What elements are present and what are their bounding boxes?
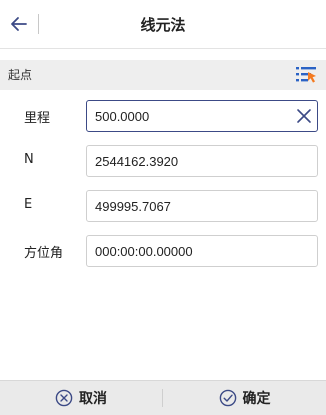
mileage-field[interactable]	[86, 100, 318, 132]
row-mileage: 里程	[0, 96, 326, 138]
circle-x-icon	[55, 389, 73, 407]
section-title: 起点	[8, 68, 33, 82]
list-select-icon	[296, 67, 316, 83]
confirm-label: 确定	[242, 391, 271, 407]
close-icon	[297, 109, 311, 123]
mileage-label: 里程	[24, 111, 51, 126]
azimuth-label: 方位角	[24, 246, 64, 261]
confirm-button[interactable]: 确定	[163, 381, 326, 415]
page-title: 线元法	[140, 16, 186, 34]
cancel-label: 取消	[79, 391, 107, 407]
section-header: 起点	[0, 60, 326, 90]
easting-label: E	[24, 197, 33, 212]
circle-check-icon	[219, 389, 236, 407]
northing-field[interactable]	[86, 145, 318, 177]
clear-button[interactable]	[294, 106, 314, 126]
northing-label: N	[24, 152, 34, 167]
row-easting: E	[0, 186, 326, 228]
azimuth-field[interactable]	[86, 235, 318, 267]
easting-field[interactable]	[86, 190, 318, 222]
app-window: 线元法 起点 里程 N E	[0, 0, 326, 415]
select-point-button[interactable]	[294, 64, 318, 86]
row-azimuth: 方位角	[0, 231, 326, 273]
title-bar: 线元法	[0, 0, 326, 49]
bottom-action-bar: 取消 确定	[0, 380, 326, 415]
cancel-button[interactable]: 取消	[0, 381, 162, 415]
row-northing: N	[0, 141, 326, 183]
